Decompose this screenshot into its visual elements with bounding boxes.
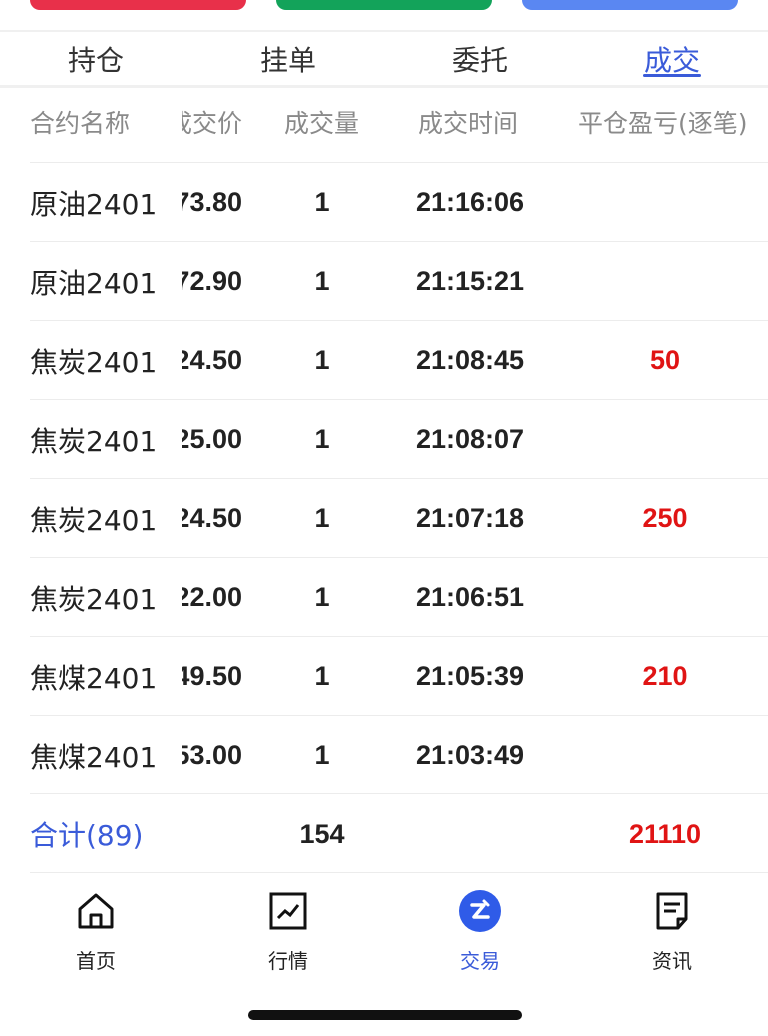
fill-time: 21:16:06 — [415, 187, 525, 217]
table-row[interactable]: 原油2401 672.90 1 21:15:21 — [30, 241, 768, 320]
tab-positions[interactable]: 持仓 — [0, 32, 192, 85]
contract-name: 原油2401 — [30, 266, 158, 300]
fill-pnl: 250 — [642, 503, 688, 533]
tab-pending[interactable]: 挂单 — [192, 32, 384, 85]
fill-time: 21:08:07 — [415, 424, 525, 454]
table-row[interactable]: 焦炭2401 2425.00 1 21:08:07 — [30, 399, 768, 478]
fill-qty: 1 — [314, 661, 330, 691]
contract-name: 原油2401 — [30, 187, 158, 221]
nav-news-label: 资讯 — [652, 949, 692, 973]
fill-price: 672.90 — [182, 266, 242, 296]
buy-button[interactable] — [30, 0, 246, 10]
fill-pnl — [605, 163, 725, 242]
fill-price: 2422.00 — [182, 582, 242, 612]
fill-pnl — [605, 558, 725, 637]
table-row[interactable]: 焦煤2401 1853.00 1 21:03:49 — [30, 715, 768, 794]
col-header-name: 合约名称 — [30, 109, 131, 138]
fill-pnl — [605, 400, 725, 479]
fill-qty: 1 — [314, 187, 330, 217]
fill-pnl: 210 — [642, 661, 688, 691]
fill-price: 2424.50 — [182, 345, 242, 375]
table-row[interactable]: 原油2401 673.80 1 21:16:06 — [30, 162, 768, 241]
fill-qty: 1 — [314, 266, 330, 296]
total-qty: 154 — [299, 818, 345, 849]
trade-page: 持仓 挂单 委托 成交 合约名称 成交价 成交量 成交时间 平仓盈亏(逐笔) 原… — [0, 0, 768, 1036]
fills-list: 原油2401 673.80 1 21:16:06 原油2401 672.90 1… — [0, 162, 768, 794]
contract-name: 焦煤2401 — [30, 740, 158, 774]
trade-icon — [458, 889, 502, 933]
contract-name: 焦炭2401 — [30, 424, 158, 458]
fill-price: 1853.00 — [182, 740, 242, 770]
fill-pnl — [605, 716, 725, 795]
total-pnl: 21110 — [628, 818, 702, 849]
col-header-qty: 成交量 — [284, 109, 360, 138]
home-indicator — [248, 1010, 522, 1020]
fill-pnl — [605, 242, 725, 321]
fill-qty: 1 — [314, 503, 330, 533]
fill-time: 21:05:39 — [415, 661, 525, 691]
nav-home-label: 首页 — [76, 949, 116, 973]
fill-qty: 1 — [314, 424, 330, 454]
fill-qty: 1 — [314, 345, 330, 375]
fill-price: 673.80 — [182, 187, 242, 217]
nav-home[interactable]: 首页 — [0, 873, 192, 983]
bottom-nav: 首页 行情 交易 资讯 — [0, 873, 768, 983]
fill-price: 2425.00 — [182, 424, 242, 454]
fill-time: 21:08:45 — [415, 345, 525, 375]
fill-time: 21:15:21 — [415, 266, 525, 296]
fill-time: 21:03:49 — [415, 740, 525, 770]
fill-price: 2424.50 — [182, 503, 242, 533]
fill-time: 21:07:18 — [415, 503, 525, 533]
table-row[interactable]: 焦炭2401 2424.50 1 21:08:45 50 — [30, 320, 768, 399]
fill-pnl: 50 — [649, 345, 681, 375]
total-row: 合计(89) 154 21110 — [30, 793, 768, 873]
col-header-price: 成交价 — [182, 109, 242, 138]
fill-price: 1849.50 — [182, 661, 242, 691]
nav-market[interactable]: 行情 — [192, 873, 384, 983]
table-header: 合约名称 成交价 成交量 成交时间 平仓盈亏(逐笔) — [0, 88, 768, 152]
chart-icon — [266, 889, 310, 933]
total-label: 合计(89) — [30, 819, 144, 852]
news-icon — [650, 889, 694, 933]
fill-time: 21:06:51 — [415, 582, 525, 612]
nav-market-label: 行情 — [268, 949, 308, 973]
contract-name: 焦炭2401 — [30, 582, 158, 616]
tab-fills[interactable]: 成交 — [576, 32, 768, 85]
table-row[interactable]: 焦炭2401 2424.50 1 21:07:18 250 — [30, 478, 768, 557]
table-row[interactable]: 焦炭2401 2422.00 1 21:06:51 — [30, 557, 768, 636]
nav-news[interactable]: 资讯 — [576, 873, 768, 983]
contract-name: 焦煤2401 — [30, 661, 158, 695]
home-icon — [74, 889, 118, 933]
close-position-button[interactable] — [522, 0, 738, 10]
table-row[interactable]: 焦煤2401 1849.50 1 21:05:39 210 — [30, 636, 768, 715]
top-actions — [0, 0, 768, 30]
tab-orders[interactable]: 委托 — [384, 32, 576, 85]
col-header-pnl: 平仓盈亏(逐笔) — [578, 109, 748, 138]
nav-trade-label: 交易 — [460, 949, 500, 973]
sell-button[interactable] — [276, 0, 492, 10]
trade-tabs: 持仓 挂单 委托 成交 — [0, 30, 768, 88]
contract-name: 焦炭2401 — [30, 345, 158, 379]
col-header-time: 成交时间 — [418, 109, 519, 138]
contract-name: 焦炭2401 — [30, 503, 158, 537]
fill-qty: 1 — [314, 740, 330, 770]
nav-trade[interactable]: 交易 — [384, 873, 576, 983]
fill-qty: 1 — [314, 582, 330, 612]
